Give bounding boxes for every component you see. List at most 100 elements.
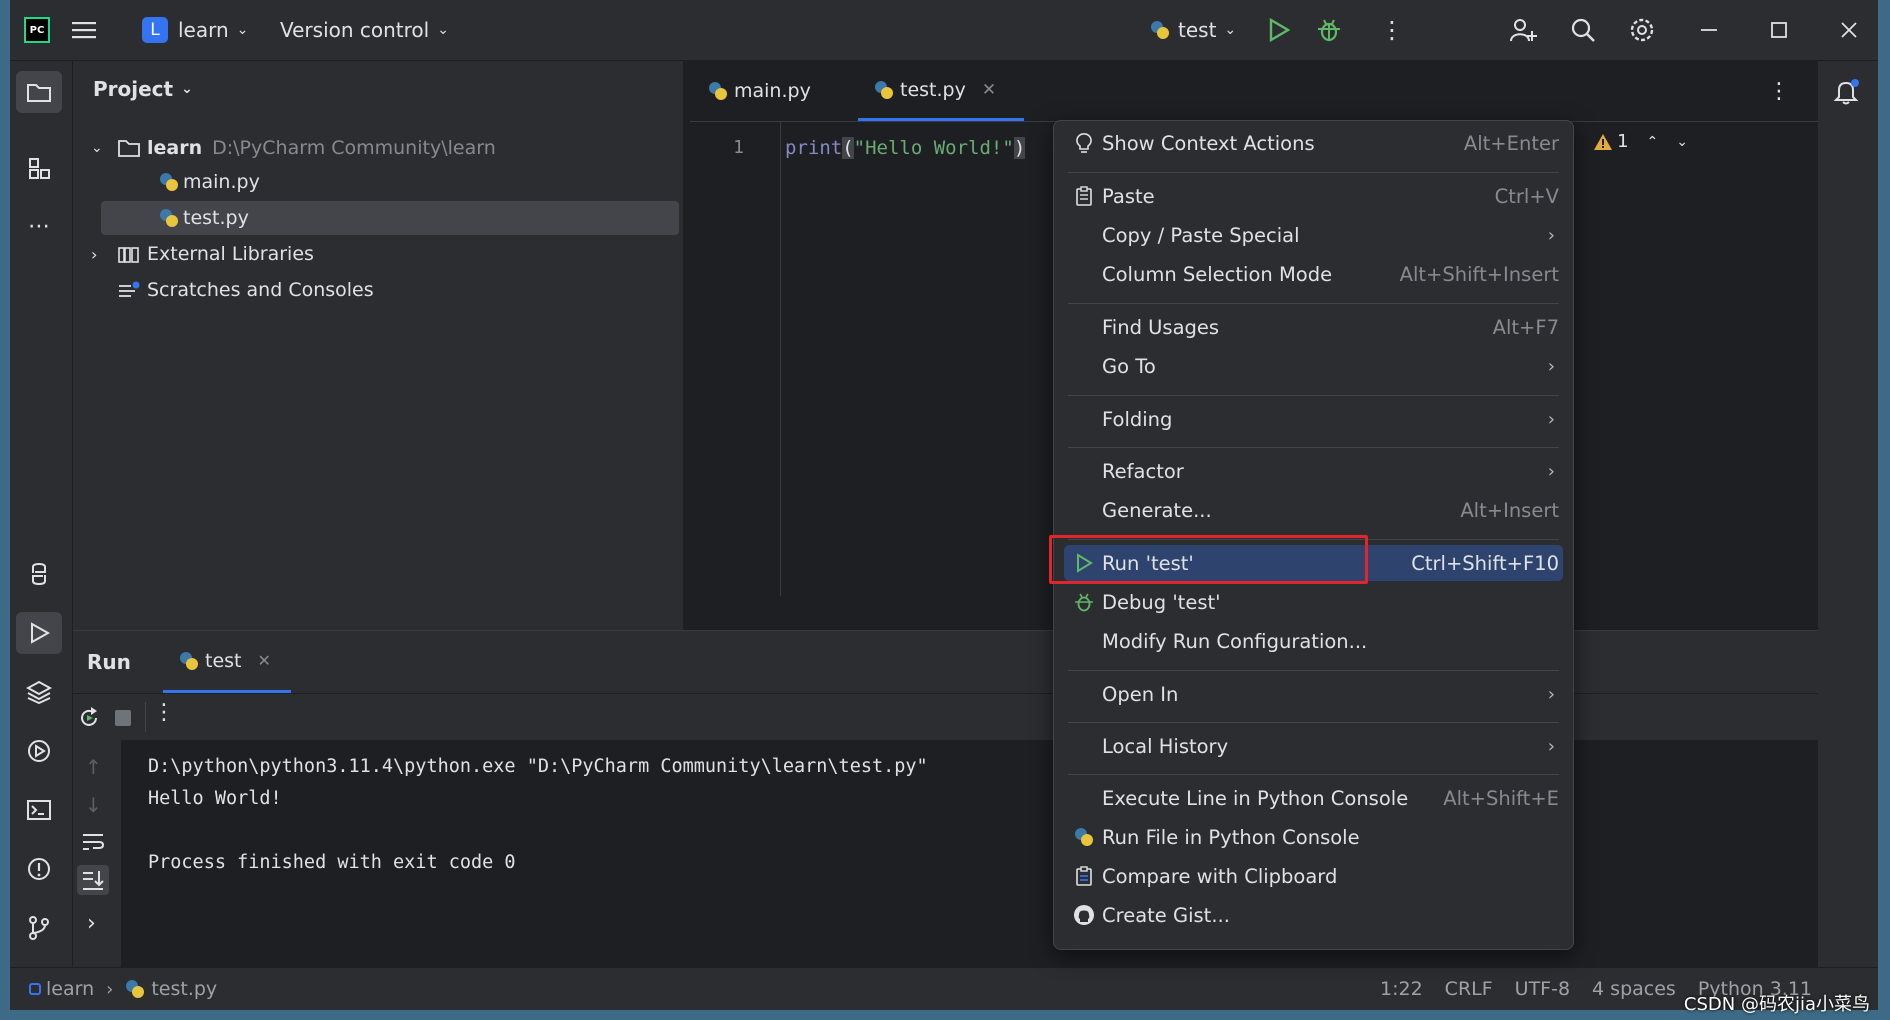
project-switcher[interactable]: L learn ⌄ [142, 0, 248, 60]
breadcrumb-project[interactable]: learn [46, 978, 94, 1000]
menu-item-open-in[interactable]: Open In › [1064, 676, 1563, 712]
vcs-menu[interactable]: Version control ⌄ [280, 0, 449, 60]
run-tool-button[interactable] [16, 612, 62, 654]
project-root-path: D:\PyCharm Community\learn [212, 137, 496, 159]
close-icon[interactable]: ✕ [982, 80, 996, 100]
more-tools-icon[interactable]: ⋯ [16, 205, 62, 247]
project-name: learn [178, 18, 229, 42]
project-tool-button[interactable] [16, 71, 62, 113]
menu-separator [1068, 395, 1559, 396]
scroll-to-end-button[interactable] [77, 865, 109, 895]
console-command: D:\python\python3.11.4\python.exe "D:\Py… [148, 756, 928, 777]
menu-item-folding[interactable]: Folding › [1064, 401, 1563, 437]
menu-item-go-to[interactable]: Go To › [1064, 348, 1563, 384]
python-file-icon [126, 980, 145, 998]
menu-item-shortcut: Alt+Shift+E [1443, 786, 1559, 810]
run-outline-icon [31, 622, 51, 644]
menu-item-create-gist[interactable]: Create Gist... [1064, 897, 1563, 933]
rerun-button[interactable] [77, 706, 101, 734]
menu-item-modify-run-config[interactable]: Modify Run Configuration... [1064, 623, 1563, 659]
menu-item-compare-clipboard[interactable]: Compare with Clipboard [1064, 858, 1563, 894]
menu-item-run-file-console[interactable]: Run File in Python Console [1064, 819, 1563, 855]
layers-tool-button[interactable] [16, 671, 62, 713]
more-actions-icon[interactable]: ⋮ [1380, 0, 1404, 60]
bug-icon [1318, 19, 1340, 42]
main-menu-button[interactable] [72, 0, 96, 60]
line-separator[interactable]: CRLF [1445, 978, 1493, 1000]
menu-item-shortcut: Ctrl+V [1494, 184, 1559, 208]
chevron-right-icon: › [1547, 408, 1555, 430]
annotation-highlight-box [1049, 535, 1368, 584]
notifications-button[interactable] [1832, 77, 1862, 111]
run-icon [1269, 18, 1290, 42]
tab-test-py[interactable]: test.py ✕ [858, 61, 1024, 121]
menu-item-local-history[interactable]: Local History › [1064, 728, 1563, 764]
menu-item-refactor[interactable]: Refactor › [1064, 453, 1563, 489]
clipboard-icon [1076, 186, 1092, 206]
chevron-up-icon[interactable]: ⌃ [1647, 134, 1659, 150]
tree-item-scratches[interactable]: Scratches and Consoles [117, 273, 374, 307]
close-window-button[interactable] [1840, 0, 1858, 60]
file-name: main.py [183, 171, 260, 193]
soft-wrap-button[interactable] [81, 831, 105, 857]
file-encoding[interactable]: UTF-8 [1515, 978, 1570, 1000]
run-button[interactable] [1268, 0, 1290, 60]
title-bar: PC L learn ⌄ Version control ⌄ test ⌄ ⋮ [10, 0, 1878, 61]
git-tool-button[interactable] [16, 907, 62, 949]
menu-item-debug-test[interactable]: Debug 'test' [1064, 584, 1563, 620]
chevron-down-icon[interactable]: ⌄ [1676, 134, 1688, 150]
run-config-selector[interactable]: test ⌄ [1150, 0, 1236, 60]
tree-item-external-libraries[interactable]: › External Libraries [91, 237, 314, 271]
toolbar-divider [145, 702, 146, 732]
chevron-right-icon: › [1547, 355, 1555, 377]
problems-tool-button[interactable] [16, 848, 62, 890]
run-panel-title: Run [87, 650, 131, 674]
minimize-button[interactable] [1700, 0, 1718, 60]
arrow-up-icon[interactable]: ↑ [85, 755, 102, 779]
settings-button[interactable] [1629, 0, 1655, 60]
tree-item-file[interactable]: main.py [159, 165, 260, 199]
editor-more-icon[interactable]: ⋮ [1768, 61, 1790, 121]
add-user-button[interactable] [1510, 0, 1538, 60]
python-packages-button[interactable] [16, 553, 62, 595]
menu-item-generate[interactable]: Generate... Alt+Insert [1064, 492, 1563, 528]
inspection-widget[interactable]: 1 ⌃ ⌄ [1593, 131, 1688, 152]
vcs-menu-label: Version control [280, 18, 430, 42]
github-icon [1074, 905, 1094, 925]
tree-item-file-selected[interactable]: test.py [101, 201, 679, 235]
menu-item-execute-line[interactable]: Execute Line in Python Console Alt+Shift… [1064, 780, 1563, 816]
menu-item-show-context-actions[interactable]: Show Context Actions Alt+Enter [1064, 125, 1563, 161]
menu-item-column-selection[interactable]: Column Selection Mode Alt+Shift+Insert [1064, 256, 1563, 292]
tab-main-py[interactable]: main.py [708, 61, 811, 121]
code-paren-close: ) [1013, 137, 1026, 159]
console-output[interactable]: D:\python\python3.11.4\python.exe "D:\Py… [148, 751, 928, 879]
menu-item-find-usages[interactable]: Find Usages Alt+F7 [1064, 309, 1563, 345]
menu-item-copy-paste-special[interactable]: Copy / Paste Special › [1064, 217, 1563, 253]
menu-item-paste[interactable]: Paste Ctrl+V [1064, 178, 1563, 214]
menu-separator [1068, 722, 1559, 723]
structure-tool-button[interactable] [16, 147, 62, 189]
chevron-right-icon[interactable]: › [87, 911, 96, 936]
stop-button[interactable] [113, 708, 133, 732]
caret-position[interactable]: 1:22 [1380, 978, 1423, 1000]
tree-item-project-root[interactable]: ⌄ learn D:\PyCharm Community\learn [91, 131, 496, 165]
more-actions-icon[interactable]: ⋮ [153, 700, 175, 725]
chevron-right-icon: › [1547, 735, 1555, 757]
right-tool-stripe [1817, 61, 1878, 968]
search-button[interactable] [1570, 0, 1596, 60]
app-logo[interactable]: PC [24, 0, 50, 60]
arrow-down-icon[interactable]: ↓ [85, 793, 102, 817]
indent-setting[interactable]: 4 spaces [1592, 978, 1676, 1000]
menu-item-label: Folding [1102, 407, 1173, 431]
code-line[interactable]: print("Hello World!") [785, 137, 1026, 159]
services-tool-button[interactable] [16, 730, 62, 772]
breadcrumb-file[interactable]: test.py [151, 978, 217, 1000]
run-tab-test[interactable]: test ✕ [163, 631, 291, 693]
project-panel-header[interactable]: Project ⌄ [93, 69, 193, 109]
maximize-button[interactable] [1770, 0, 1788, 60]
close-icon[interactable]: ✕ [258, 651, 271, 670]
debug-button[interactable] [1316, 0, 1342, 60]
menu-item-label: Go To [1102, 354, 1156, 378]
line-number: 1 [733, 137, 744, 158]
terminal-tool-button[interactable] [16, 789, 62, 831]
